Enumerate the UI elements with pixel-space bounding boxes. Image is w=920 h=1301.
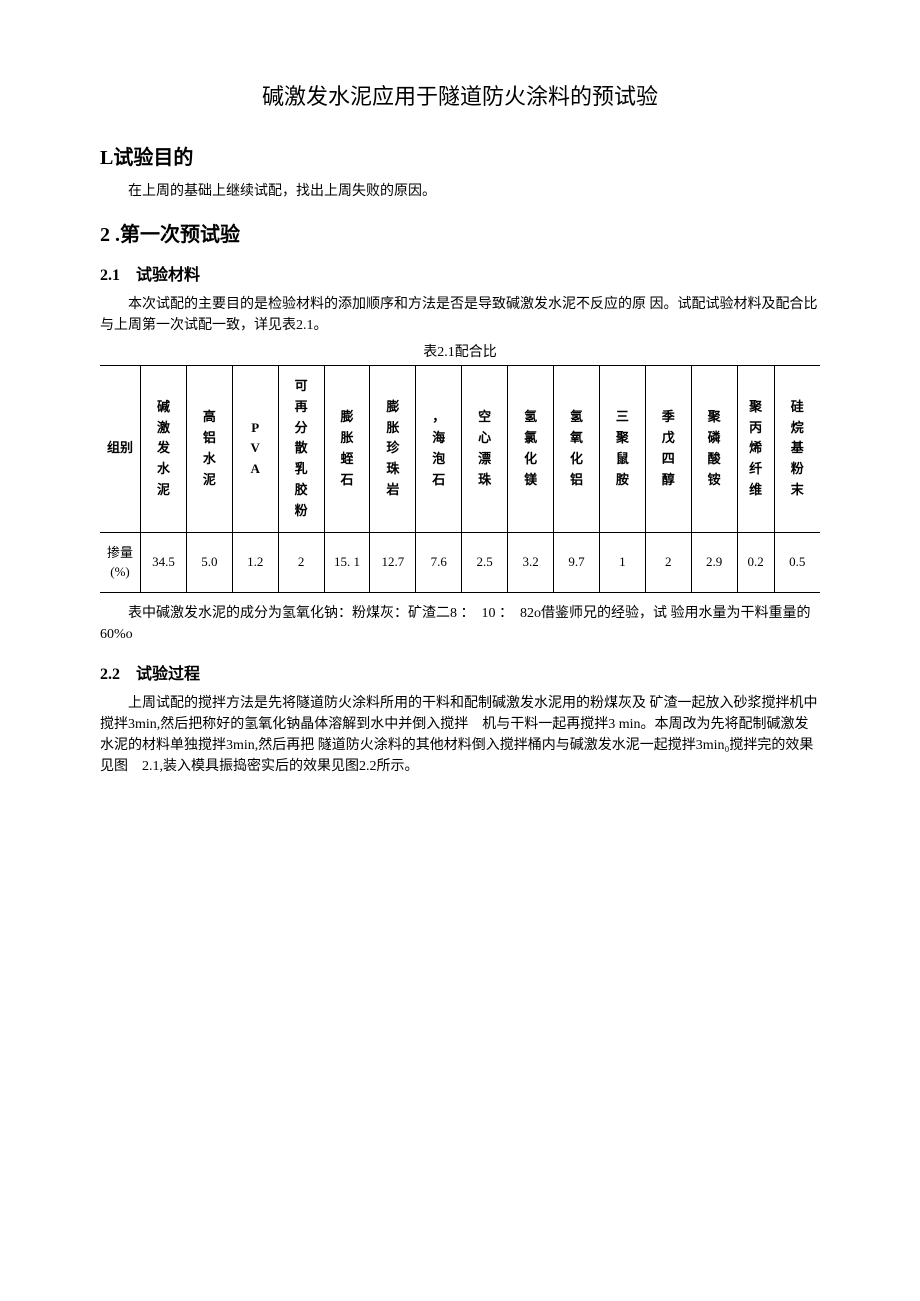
table-cell: 12.7 [370,532,416,592]
col-header: 膨胀蛭石 [327,407,368,490]
section-2-heading: 2 .第一次预试验 [100,220,820,250]
table-cell: 9.7 [554,532,600,592]
col-header: 可再分散乳胶粉 [281,376,322,522]
table-cell: 1.2 [232,532,278,592]
row-label-amount: 掺量(%) [100,532,141,592]
page-title: 碱激发水泥应用于隧道防火涂料的预试验 [100,80,820,113]
col-header: 聚磷酸铵 [694,407,735,490]
col-header: 硅烷基粉末 [777,397,818,501]
section-2-1-p1: 本次试配的主要目的是检验材料的添加顺序和方法是否是导致碱激发水泥不反应的原 因。… [100,294,820,336]
table-cell: 3.2 [508,532,554,592]
table-cell: 2.5 [462,532,508,592]
table-cell: 0.2 [737,532,774,592]
table-cell: 1 [599,532,645,592]
table-cell: 2 [645,532,691,592]
table-cell: 34.5 [141,532,187,592]
col-header: 碱激发水泥 [143,397,184,501]
table-note: 表中碱激发水泥的成分为氢氧化钠：粉煤灰：矿渣二8 ： 10 ： 82o借鉴师兄的… [100,603,820,645]
col-header: 三聚鼠胺 [602,407,643,490]
table-cell: 2.9 [691,532,737,592]
col-header: 氢氧化铝 [556,407,597,490]
table-header-row: 组别 碱激发水泥 高铝水泥 PVA 可再分散乳胶粉 膨胀蛭石 膨胀珍珠岩 ，海泡… [100,366,820,533]
col-header: 聚丙烯纤维 [740,397,772,501]
table-cell: 15. 1 [324,532,370,592]
table-cell: 5.0 [186,532,232,592]
section-2-1-heading: 2.1 试验材料 [100,264,820,288]
table-caption: 表2.1配合比 [100,342,820,363]
col-header: 空心漂珠 [464,407,505,490]
col-header: PVA [235,418,276,480]
mix-ratio-table: 组别 碱激发水泥 高铝水泥 PVA 可再分散乳胶粉 膨胀蛭石 膨胀珍珠岩 ，海泡… [100,365,820,593]
col-header: 高铝水泥 [189,407,230,490]
table-data-row: 掺量(%) 34.5 5.0 1.2 2 15. 1 12.7 7.6 2.5 … [100,532,820,592]
section-1-heading: L试验目的 [100,143,820,173]
section-2-2-heading: 2.2 试验过程 [100,663,820,687]
table-cell: 7.6 [416,532,462,592]
table-cell: 0.5 [774,532,820,592]
section-2-2-p1: 上周试配的搅拌方法是先将隧道防火涂料所用的干料和配制碱激发水泥用的粉煤灰及 矿渣… [100,693,820,777]
col-header: 膨胀珍珠岩 [372,397,413,501]
section-1-p1: 在上周的基础上继续试配，找出上周失败的原因。 [100,181,820,202]
col-header: 季戊四醇 [648,407,689,490]
row-label-group: 组别 [102,438,138,459]
table-cell: 2 [278,532,324,592]
col-header: ，海泡石 [418,407,459,490]
col-header: 氢氯化镁 [510,407,551,490]
